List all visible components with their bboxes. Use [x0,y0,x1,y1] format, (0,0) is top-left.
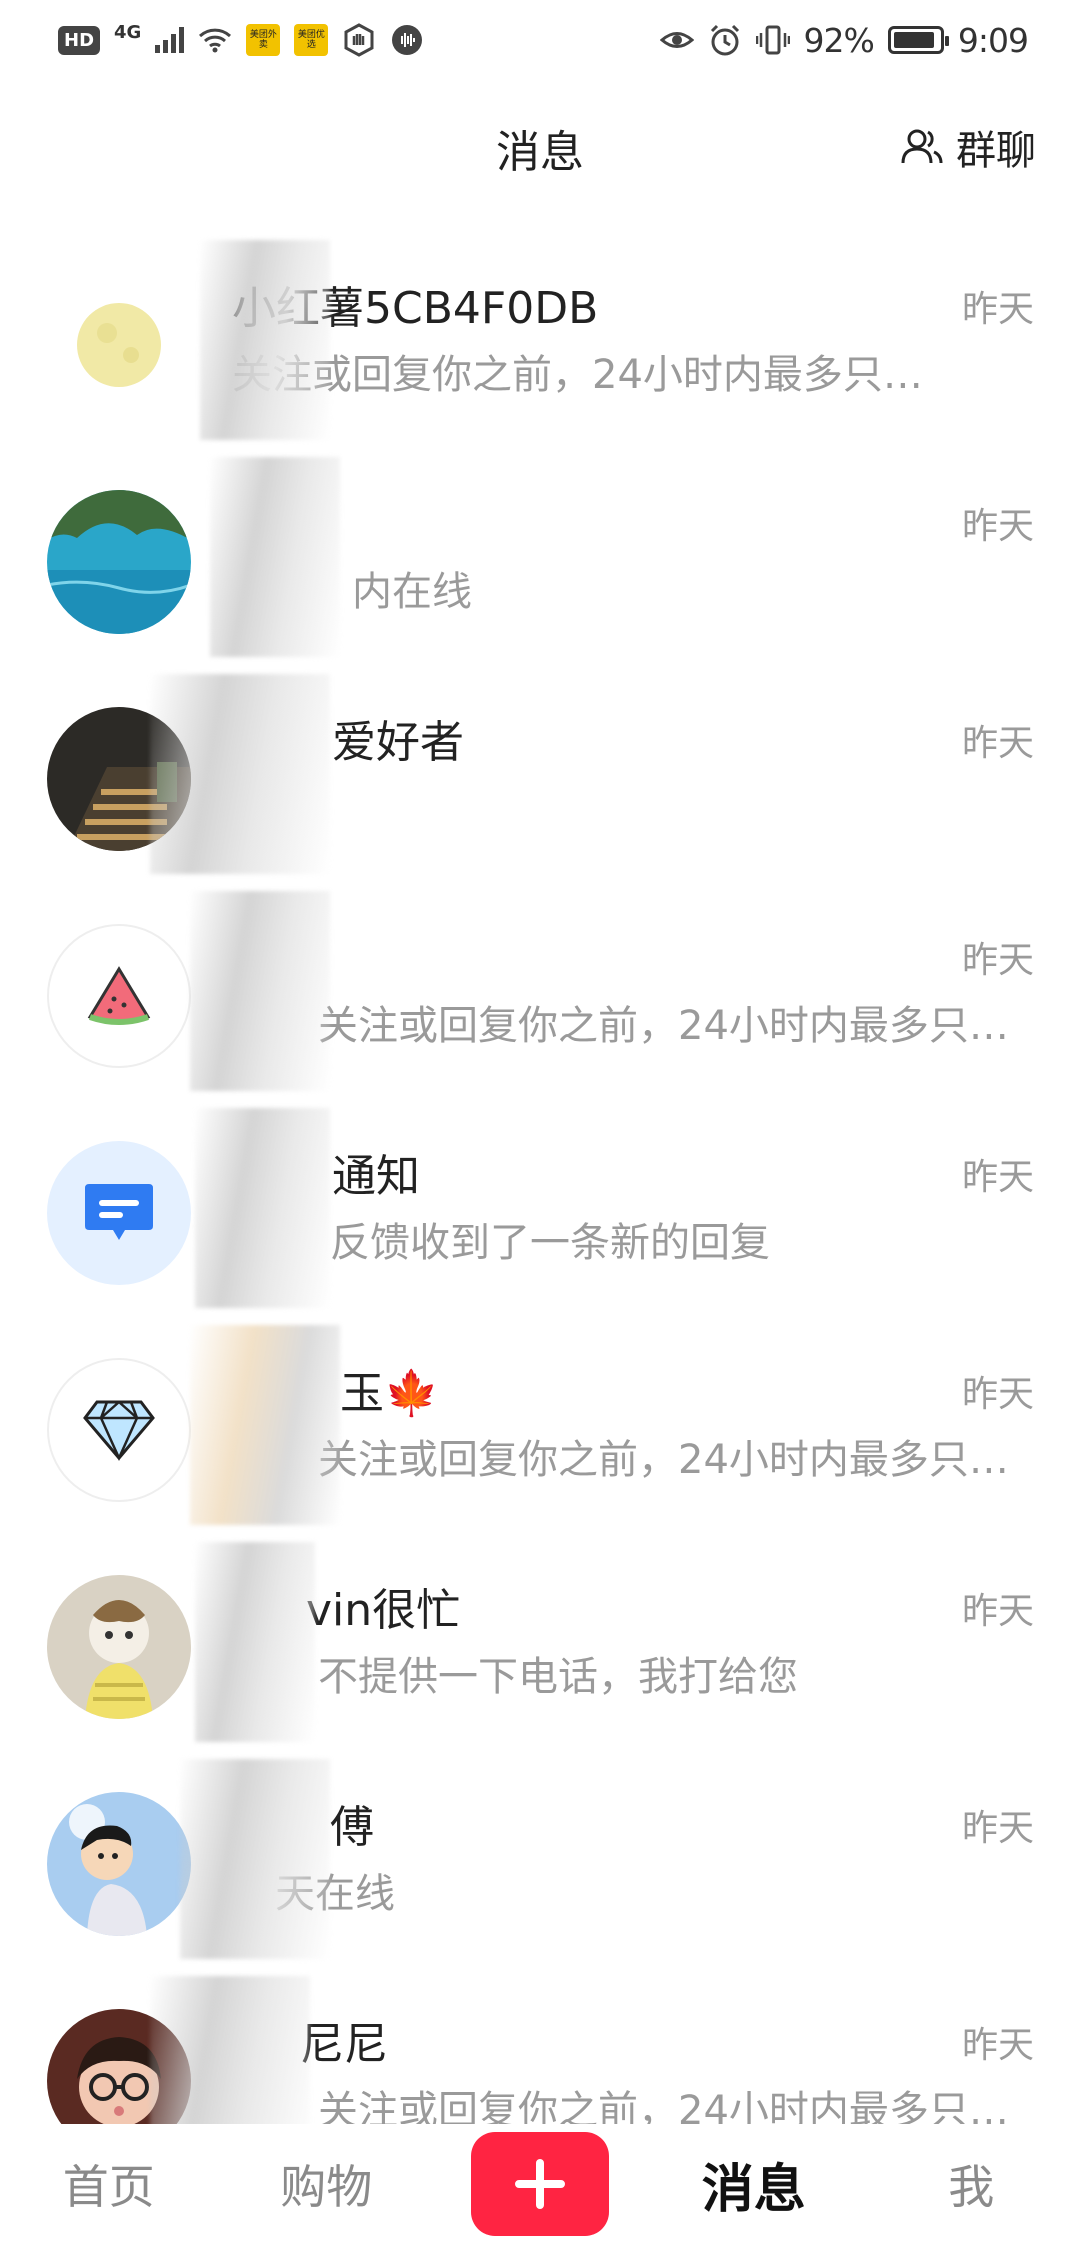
message-item[interactable]: 爱好者 昨天 [0,664,1080,881]
avatar [47,707,191,851]
status-right: 92% 9:09 [659,20,1029,60]
message-name: 通知 [332,1151,420,1202]
message-time: 昨天 [961,506,1034,547]
clock: 9:09 [957,20,1029,60]
message-name: vin很忙 [306,1585,461,1636]
message-name: 爱好者 [332,717,464,768]
avatar [47,2009,191,2136]
notification-chat-icon [85,1184,153,1240]
alarm-icon [710,24,739,56]
redaction-smudge [210,457,340,657]
avatar [47,490,191,634]
message-time: 昨天 [961,1591,1034,1632]
vibrate-icon [755,25,790,55]
message-item[interactable]: 玉🍁 关注或回复你之前，24小时内最多只… 昨天 [0,1315,1080,1532]
message-name: 尼尼 [300,2019,388,2070]
avatar [47,924,191,1068]
plus-icon [515,2159,565,2209]
nav-me[interactable]: 我 [863,2151,1080,2217]
eye-icon [659,32,694,48]
message-item[interactable]: 通知 反馈收到了一条新的回复 昨天 [0,1098,1080,1315]
publish-button[interactable] [471,2132,609,2236]
message-preview: 关注或回复你之前，24小时内最多只… [318,1003,1009,1049]
message-item[interactable]: vin很忙 不提供一下电话，我打给您 昨天 [0,1532,1080,1749]
meituan-app-icon: 美团外卖 [246,24,281,56]
message-time: 昨天 [961,1808,1034,1849]
meituan-select-app-icon: 美团优选 [294,24,329,56]
hd-badge: HD [58,25,101,55]
message-preview: 反馈收到了一条新的回复 [330,1220,770,1266]
hand-icon [344,23,374,57]
avatar [47,1792,191,1936]
group-user-icon [901,129,943,164]
nav-shop[interactable]: 购物 [218,2151,436,2217]
redaction-smudge [200,240,330,440]
message-preview: 内在线 [352,569,472,615]
message-preview: 天在线 [275,1871,395,1917]
wifi-icon [199,28,232,53]
message-time: 昨天 [961,940,1034,981]
battery-percent: 92% [803,20,875,60]
redaction-smudge [190,1325,340,1525]
message-item[interactable]: 关注或回复你之前，24小时内最多只… 昨天 [0,881,1080,1098]
bottom-nav: 首页 购物 消息 我 [0,2124,1080,2244]
group-chat-button[interactable]: 群聊 [900,118,1036,176]
status-bar: HD 4G 美团外卖 美团优选 92% 9:09 [0,0,1080,80]
redaction-smudge [190,891,330,1091]
nav-home[interactable]: 首页 [0,2151,218,2217]
message-preview: 不提供一下电话，我打给您 [318,1654,798,1700]
message-item[interactable]: 小红薯5CB4F0DB 关注或回复你之前，24小时内最多只… 昨天 [0,230,1080,447]
message-item[interactable]: 内在线 昨天 [0,447,1080,664]
message-name: 小红薯5CB4F0DB [232,283,599,334]
message-time: 昨天 [961,2025,1034,2066]
avatar [47,1575,191,1719]
redaction-smudge [195,1542,315,1742]
message-time: 昨天 [961,289,1034,330]
group-chat-label: 群聊 [956,128,1036,174]
audio-icon [392,25,423,55]
message-preview: 关注或回复你之前，24小时内最多只… [318,1437,1009,1483]
status-left: HD 4G 美团外卖 美团优选 [58,21,424,57]
signal-icon [155,27,185,53]
redaction-smudge [195,1108,330,1308]
message-time: 昨天 [961,723,1034,764]
network-type: 4G [114,21,142,43]
header: 消息 群聊 [0,96,1080,196]
message-list: 小红薯5CB4F0DB 关注或回复你之前，24小时内最多只… 昨天 内在线 昨天… [0,230,1080,2136]
message-preview: 关注或回复你之前，24小时内最多只… [232,352,923,398]
message-time: 昨天 [961,1374,1034,1415]
message-name: 玉🍁 [340,1368,439,1419]
watermelon-icon [87,966,151,1025]
message-time: 昨天 [961,1157,1034,1198]
battery-icon [887,26,949,54]
message-item[interactable]: 傅 天在线 昨天 [0,1749,1080,1966]
message-item[interactable]: 尼尼 关注或回复你之前，24小时内最多只… 昨天 [0,1966,1080,2136]
diamond-icon [83,1400,155,1462]
nav-messages[interactable]: 消息 [645,2147,863,2222]
redaction-smudge [180,1759,330,1959]
avatar [47,1141,191,1285]
avatar [47,273,191,417]
avatar [47,1358,191,1502]
message-name: 傅 [330,1802,374,1853]
